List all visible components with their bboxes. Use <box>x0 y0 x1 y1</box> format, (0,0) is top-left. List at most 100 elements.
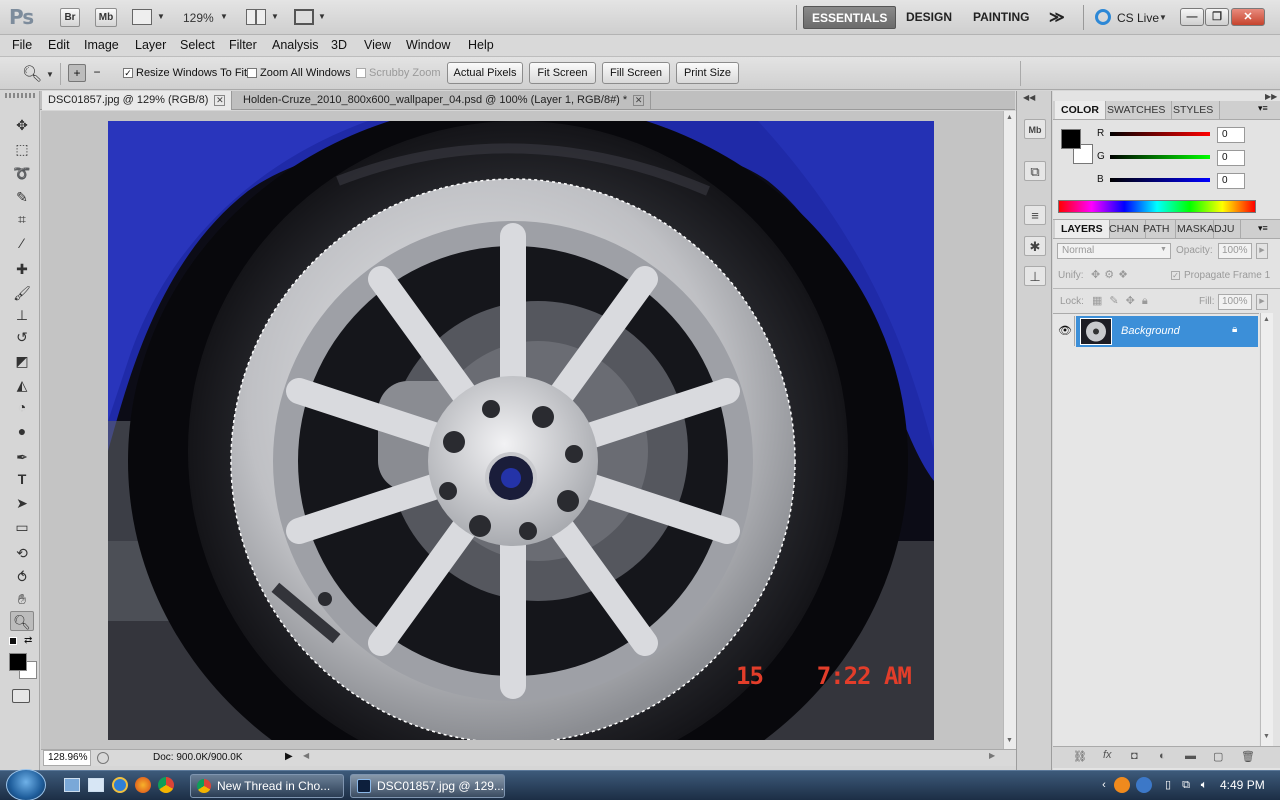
clone-stamp-tool-icon[interactable]: ⊥ <box>10 305 34 325</box>
rectangle-tool-icon[interactable]: ▭ <box>10 517 34 537</box>
tool-preset-chevron-icon[interactable]: ▼ <box>46 70 54 79</box>
type-tool-icon[interactable]: T <box>10 469 34 489</box>
panel-grip[interactable] <box>5 93 35 98</box>
hand-tool-icon[interactable]: ✋︎ <box>10 589 34 609</box>
minimize-button[interactable]: — <box>1180 8 1204 26</box>
tab-dsc01857[interactable]: DSC01857.jpg @ 129% (RGB/8) ✕ <box>42 91 233 110</box>
crop-tool-icon[interactable]: ⌗ <box>10 209 34 229</box>
screen-mode-icon[interactable] <box>294 9 314 25</box>
menu-layer[interactable]: Layer <box>135 38 166 52</box>
propagate-checkbox[interactable]: ✓ <box>1171 271 1180 280</box>
blue-slider[interactable] <box>1110 178 1210 182</box>
move-tool-icon[interactable]: ✥ <box>10 115 34 135</box>
healing-brush-tool-icon[interactable]: ✚ <box>10 259 34 279</box>
launch-minibridge-button[interactable]: Mb <box>95 8 117 27</box>
brush-presets-panel-icon[interactable]: ✱ <box>1024 236 1046 256</box>
tray-app-icon[interactable] <box>1114 777 1130 793</box>
menu-filter[interactable]: Filter <box>229 38 257 52</box>
scroll-down-icon[interactable]: ▼ <box>1006 737 1013 744</box>
chevron-down-icon[interactable]: ▼ <box>1160 246 1167 253</box>
adjustments-panel-icon[interactable]: ≡ <box>1024 205 1046 225</box>
red-value-field[interactable]: 0 <box>1217 127 1245 143</box>
quick-selection-tool-icon[interactable]: ✎ <box>10 187 34 207</box>
history-panel-icon[interactable]: ⧉ <box>1024 161 1046 181</box>
path-selection-tool-icon[interactable]: ➤ <box>10 493 34 513</box>
3d-orbit-tool-icon[interactable]: ⥀ <box>10 567 34 587</box>
link-layers-icon[interactable]: ⛓ <box>1073 750 1087 763</box>
green-slider[interactable] <box>1110 155 1210 159</box>
zoom-level-dropdown[interactable]: 129% <box>183 11 214 25</box>
expand-panels-icon[interactable]: ▶▶ <box>1265 92 1277 101</box>
zoom-out-icon[interactable]: − <box>88 64 106 82</box>
chevron-right-icon[interactable]: ▶ <box>1256 294 1268 310</box>
lock-icons[interactable]: ▦✎✥🔒︎ <box>1092 294 1155 308</box>
menu-view[interactable]: View <box>364 38 391 52</box>
zoom-all-windows-checkbox[interactable] <box>247 68 257 78</box>
marquee-tool-icon[interactable]: ⬚ <box>10 139 34 159</box>
menu-select[interactable]: Select <box>180 38 215 52</box>
start-button[interactable] <box>6 769 46 800</box>
status-icon[interactable] <box>97 752 109 764</box>
workspace-design[interactable]: DESIGN <box>898 6 960 29</box>
menu-image[interactable]: Image <box>84 38 119 52</box>
more-workspaces-button[interactable]: ≫ <box>1041 6 1073 29</box>
cs-live-icon[interactable] <box>1095 9 1111 25</box>
tray-device-icon[interactable]: ▯ <box>1160 777 1176 793</box>
swap-colors-icon[interactable]: ⇄ <box>24 635 32 646</box>
zoom-tool-icon[interactable]: 🔍︎ <box>10 611 34 631</box>
foreground-color-swatch[interactable] <box>9 653 27 671</box>
actual-pixels-button[interactable]: Actual Pixels <box>447 62 523 84</box>
close-button[interactable]: ✕ <box>1231 8 1265 26</box>
panel-menu-icon[interactable]: ▾≡ <box>1258 223 1268 234</box>
red-slider[interactable] <box>1110 132 1210 136</box>
tab-swatches[interactable]: SWATCHES <box>1101 101 1173 119</box>
cs-live-menu[interactable]: CS Live <box>1117 11 1159 25</box>
blue-value-field[interactable]: 0 <box>1217 173 1245 189</box>
menu-analysis[interactable]: Analysis <box>272 38 319 52</box>
menu-file[interactable]: File <box>12 38 32 52</box>
scroll-right-icon[interactable]: ▶ <box>989 751 995 760</box>
default-colors-icon[interactable] <box>9 637 17 645</box>
blur-tool-icon[interactable]: ◔ <box>10 397 34 417</box>
chevron-down-icon[interactable]: ▼ <box>157 12 165 21</box>
layer-style-icon[interactable]: fx <box>1103 749 1112 761</box>
network-icon[interactable]: ⧉ <box>1178 777 1194 793</box>
volume-icon[interactable]: 🔈︎ <box>1196 777 1212 793</box>
fill-field[interactable]: 100% <box>1218 294 1252 310</box>
pen-tool-icon[interactable]: ✒ <box>10 447 34 467</box>
tab-styles[interactable]: STYLES <box>1167 101 1221 119</box>
tray-app-icon[interactable] <box>1136 777 1152 793</box>
arrange-documents-icon[interactable] <box>246 9 266 25</box>
chrome-icon[interactable] <box>158 777 174 793</box>
history-brush-tool-icon[interactable]: ↺ <box>10 327 34 347</box>
eyedropper-tool-icon[interactable]: ⁄ <box>10 233 34 253</box>
layers-scrollbar[interactable]: ▲ ▼ <box>1260 313 1273 746</box>
chevron-down-icon[interactable]: ▼ <box>1159 13 1167 22</box>
launch-bridge-button[interactable]: Br <box>60 8 80 27</box>
add-mask-icon[interactable]: ◘ <box>1131 750 1138 762</box>
scroll-up-icon[interactable]: ▲ <box>1006 114 1013 121</box>
scroll-left-icon[interactable]: ◀ <box>303 751 309 760</box>
chevron-down-icon[interactable]: ▼ <box>271 12 279 21</box>
close-icon[interactable]: ✕ <box>633 94 645 106</box>
menu-window[interactable]: Window <box>406 38 450 52</box>
vertical-scrollbar[interactable]: ▲ ▼ <box>1003 111 1016 749</box>
eraser-tool-icon[interactable]: ◩ <box>10 351 34 371</box>
delete-layer-icon[interactable]: 🗑︎ <box>1241 750 1255 763</box>
tray-expand-icon[interactable]: ‹ <box>1096 777 1112 793</box>
status-menu-arrow-icon[interactable]: ▶ <box>285 751 293 762</box>
zoom-field[interactable]: 128.96% <box>43 750 91 766</box>
explorer-icon[interactable] <box>88 778 104 792</box>
view-extras-icon[interactable] <box>132 9 152 25</box>
quick-mask-icon[interactable] <box>12 689 30 703</box>
menu-edit[interactable]: Edit <box>48 38 70 52</box>
chevron-down-icon[interactable]: ▼ <box>220 12 228 21</box>
tab-holden-cruze[interactable]: Holden-Cruze_2010_800x600_wallpaper_04.p… <box>237 91 652 110</box>
foreground-color-swatch[interactable] <box>1061 129 1081 149</box>
lasso-tool-icon[interactable]: ➰ <box>10 163 34 183</box>
workspace-painting[interactable]: PAINTING <box>965 6 1037 29</box>
panel-menu-icon[interactable]: ▾≡ <box>1258 103 1268 114</box>
scroll-down-icon[interactable]: ▼ <box>1263 733 1270 740</box>
print-size-button[interactable]: Print Size <box>676 62 739 84</box>
menu-help[interactable]: Help <box>468 38 494 52</box>
